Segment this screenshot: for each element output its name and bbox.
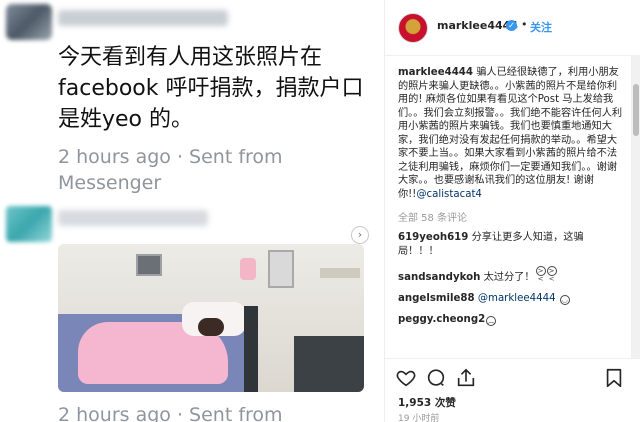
comment-username[interactable]: peggy.cheong2 [398, 314, 485, 325]
separator-dot: • [521, 18, 528, 31]
comment-username[interactable]: sandsandykoh [398, 272, 480, 283]
comment-icon[interactable] [425, 367, 447, 389]
comment-item: sandsandykoh 太过分了！><>< [398, 266, 623, 285]
heart-icon[interactable] [395, 367, 417, 389]
scrollbar-thumb[interactable] [633, 84, 639, 136]
messenger-screenshot: 今天看到有人用这张照片在facebook 呼吁捐款，捐款户口是姓yeo 的。 2… [0, 0, 384, 422]
comment-username[interactable]: 619yeoh619 [398, 232, 468, 243]
message-text: 今天看到有人用这张照片在facebook 呼吁捐款，捐款户口是姓yeo 的。 [58, 45, 364, 132]
message-timestamp: 2 hours ago · Sent from Messenger [58, 146, 283, 194]
comment-username[interactable]: angelsmile88 [398, 293, 475, 304]
angry-face-emoji: >< [546, 266, 557, 283]
bookmark-icon[interactable] [603, 367, 625, 389]
like-count[interactable]: 1,953 次赞 [398, 395, 456, 410]
sad-face-emoji: ︵ [486, 316, 497, 326]
caption-username[interactable]: marklee4444 [398, 67, 473, 78]
comment-item: peggy.cheong2 ︵ [398, 313, 623, 327]
comment-item: 619yeoh619 分享让更多人知道，这骗局！！！ [398, 231, 623, 259]
comment-mention[interactable]: @marklee4444 [478, 293, 556, 304]
hospital-photo [58, 244, 364, 392]
blurred-avatar [6, 4, 52, 40]
follow-button[interactable]: 关注 [530, 19, 552, 35]
comment-item: angelsmile88 @marklee4444 ◡ [398, 292, 623, 306]
post-header: marklee4444 ✓ • 关注 [385, 0, 640, 56]
share-icon[interactable] [455, 367, 477, 389]
comment-text: 太过分了！ [480, 272, 535, 283]
post-actions: 1,953 次赞 19 小时前 [385, 358, 640, 422]
comments-section: marklee4444 骗人已经很缺德了，利用小朋友的照片来骗人更缺德。。小紫茜… [385, 56, 631, 358]
comments-scrollbar[interactable] [631, 56, 640, 358]
angry-face-emoji: >< [535, 266, 546, 283]
avatar[interactable] [398, 13, 428, 43]
chevron-right-icon[interactable]: › [351, 226, 369, 244]
caption-mention[interactable]: @calistacat4 [416, 189, 482, 200]
view-all-comments-link[interactable]: 全部 58 条评论 [398, 209, 623, 224]
blurred-sender-name [58, 10, 228, 26]
message-timestamp: 2 hours ago · Sent from [58, 404, 283, 422]
smile-emoji: ◡ [559, 295, 570, 305]
blurred-sender-name [58, 210, 208, 226]
instagram-post-panel: marklee4444 ✓ • 关注 marklee4444 骗人已经很缺德了，… [384, 0, 640, 422]
post-caption: marklee4444 骗人已经很缺德了，利用小朋友的照片来骗人更缺德。。小紫茜… [398, 66, 623, 201]
caption-text: 骗人已经很缺德了，利用小朋友的照片来骗人更缺德。。小紫茜的照片不是给你利用的! … [398, 67, 623, 200]
blurred-avatar [6, 206, 52, 242]
verified-badge-icon: ✓ [506, 20, 517, 31]
post-time: 19 小时前 [398, 414, 440, 422]
